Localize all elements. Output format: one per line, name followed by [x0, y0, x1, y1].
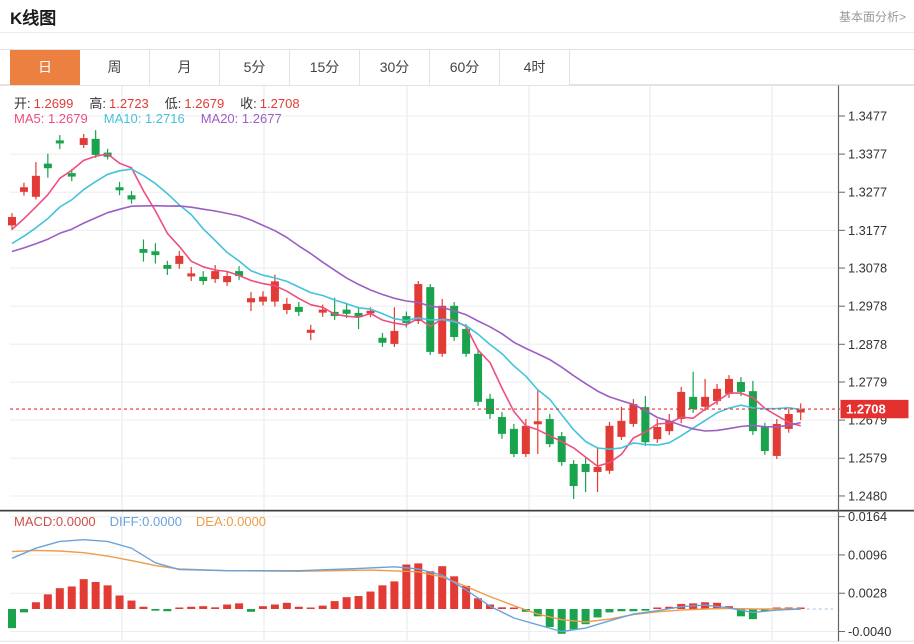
period-tab-30min[interactable]: 30分 [360, 50, 430, 85]
svg-text:1.2978: 1.2978 [848, 299, 887, 314]
period-tab-week[interactable]: 周 [80, 50, 150, 85]
svg-text:1.2579: 1.2579 [848, 451, 887, 466]
period-tab-5min[interactable]: 5分 [220, 50, 290, 85]
svg-text:0.0164: 0.0164 [848, 509, 887, 524]
svg-text:1.2480: 1.2480 [848, 488, 887, 503]
svg-text:1.2779: 1.2779 [848, 375, 887, 390]
svg-text:1.3078: 1.3078 [848, 261, 887, 276]
svg-text:1.3277: 1.3277 [848, 185, 887, 200]
svg-text:1.3477: 1.3477 [848, 109, 887, 124]
period-tab-15min[interactable]: 15分 [290, 50, 360, 85]
svg-text:0.0096: 0.0096 [848, 547, 887, 562]
kline-chart-canvas[interactable]: 1.3477 1.3377 1.3277 1.3177 1.3078 1.2978 1.28… [0, 85, 914, 643]
period-tab-month[interactable]: 月 [150, 50, 220, 85]
svg-text:1.2708: 1.2708 [846, 402, 886, 417]
fundamental-analysis-link[interactable]: 基本面分析> [839, 8, 906, 25]
chart-area: 1.3477 1.3377 1.3277 1.3177 1.3078 1.2978 1.28… [0, 85, 914, 643]
svg-text:-0.0040: -0.0040 [848, 624, 891, 639]
svg-text:1.2878: 1.2878 [848, 337, 887, 352]
svg-text:0.0028: 0.0028 [848, 586, 887, 601]
svg-text:1.3177: 1.3177 [848, 223, 887, 238]
page-title: K线图 [10, 4, 56, 29]
period-tab-day[interactable]: 日 [10, 50, 80, 85]
period-tabs: 日周月5分15分30分60分4时 [0, 49, 914, 85]
period-tab-60min[interactable]: 60分 [430, 50, 500, 85]
svg-text:1.3377: 1.3377 [848, 147, 887, 162]
period-tab-4hour[interactable]: 4时 [500, 50, 570, 85]
widget-header: K线图 基本面分析> [0, 0, 914, 33]
